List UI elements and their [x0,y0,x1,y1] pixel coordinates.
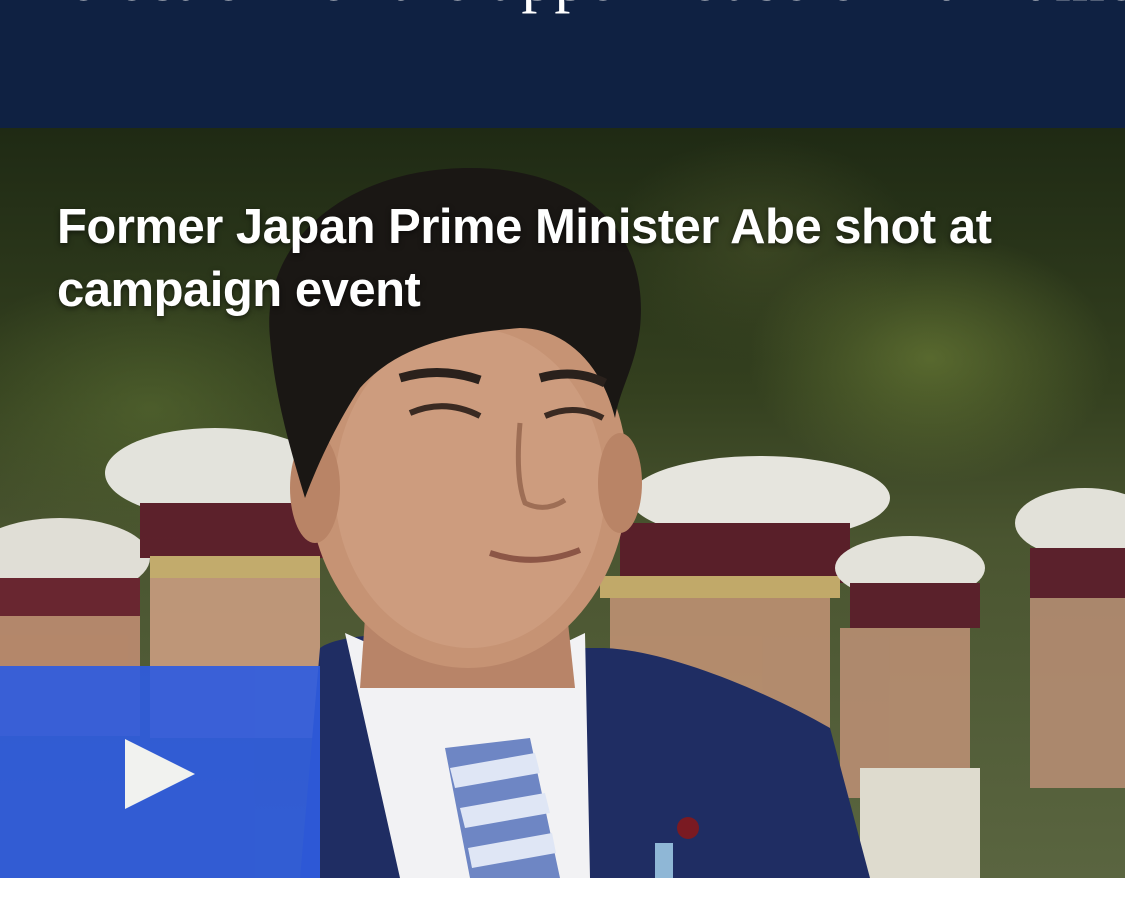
video-card[interactable]: Former Japan Prime Minister Abe shot at … [0,128,1125,878]
play-icon [125,739,195,809]
article-text-line: election for the upper house of Parliame… [68,0,1125,16]
page-background [0,878,1125,908]
video-headline[interactable]: Former Japan Prime Minister Abe shot at … [57,196,1017,322]
article-text-banner: election for the upper house of Parliame… [0,0,1125,128]
play-button[interactable] [0,666,320,878]
